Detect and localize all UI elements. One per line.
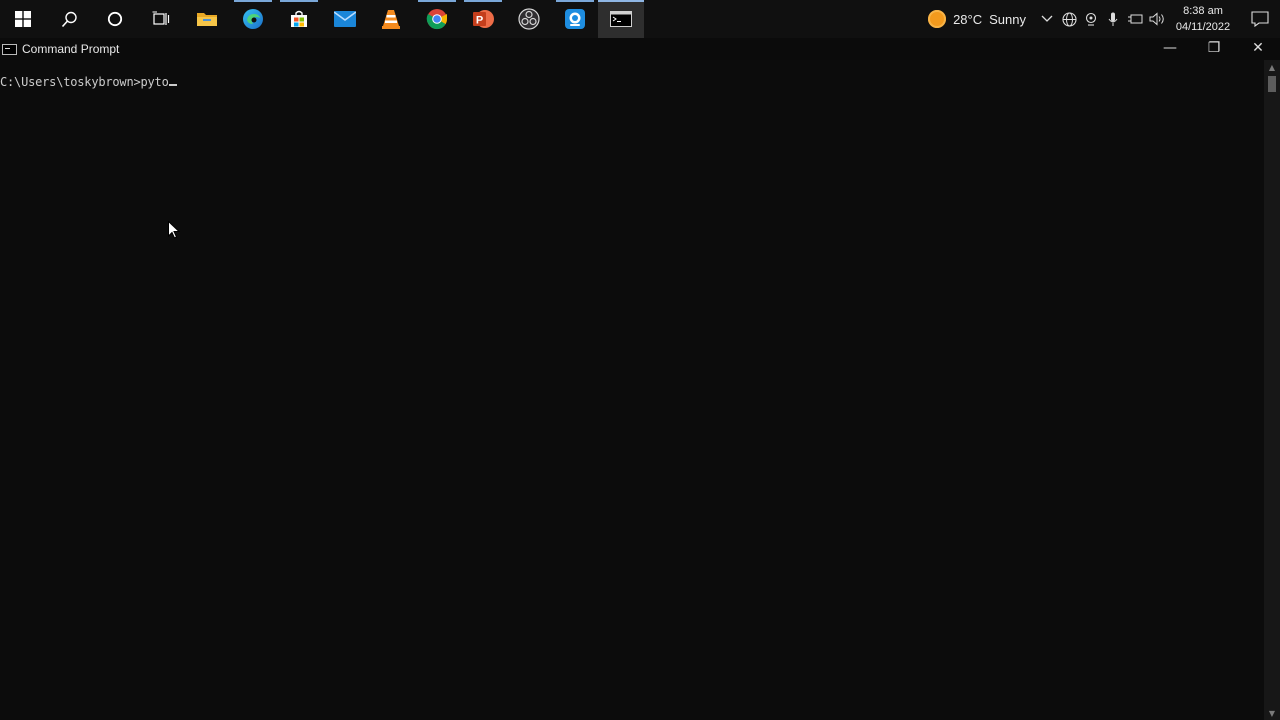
vlc-cone-icon (382, 10, 400, 29)
weather-temp: 28°C (953, 11, 983, 27)
windows-logo-icon (15, 11, 31, 27)
sun-icon (928, 10, 947, 28)
taskbar: P 28°C Sunny 8:38 am 04/11/2022 (0, 0, 1280, 38)
action-center-button[interactable] (1240, 0, 1280, 38)
scroll-thumb[interactable] (1268, 76, 1276, 92)
globe-icon (1061, 11, 1077, 27)
webcam-button[interactable] (552, 0, 598, 38)
start-button[interactable] (0, 0, 46, 38)
command-prompt-taskbar-button[interactable] (598, 0, 644, 38)
prompt-path: C:\Users\toskybrown> (0, 75, 141, 89)
store-icon (291, 10, 307, 27)
search-button[interactable] (46, 0, 92, 38)
network-tray[interactable] (1058, 0, 1080, 38)
weather-condition: Sunny (989, 11, 1026, 27)
search-icon (61, 11, 77, 27)
restore-button[interactable]: ❐ (1192, 36, 1236, 60)
cortana-circle-icon (107, 11, 123, 27)
battery-tray[interactable] (1124, 0, 1146, 38)
window-controls: — ❐ ✕ (1148, 36, 1280, 60)
chrome-button[interactable] (414, 0, 460, 38)
store-button[interactable] (276, 0, 322, 38)
obs-button[interactable] (506, 0, 552, 38)
close-button[interactable]: ✕ (1236, 36, 1280, 60)
microphone-tray[interactable] (1102, 0, 1124, 38)
webcam-tray[interactable] (1080, 0, 1102, 38)
vlc-button[interactable] (368, 0, 414, 38)
speaker-icon (1149, 12, 1164, 26)
show-hidden-icons-button[interactable] (1036, 0, 1058, 38)
clock-time: 8:38 am (1183, 5, 1223, 17)
scroll-down-arrow-icon[interactable]: ▼ (1264, 706, 1280, 720)
cmd-window-icon (2, 43, 17, 55)
text-cursor (168, 84, 177, 86)
console-output[interactable]: C:\Users\toskybrown>pyto (0, 60, 1264, 720)
command-prompt-window: Command Prompt — ❐ ✕ C:\Users\toskybrown… (0, 38, 1280, 720)
svg-text:P: P (476, 15, 483, 27)
system-tray: 28°C Sunny 8:38 am 04/11/2022 (924, 0, 1280, 38)
chrome-icon (426, 9, 448, 30)
mail-button[interactable] (322, 0, 368, 38)
typed-command: pyto (140, 75, 169, 89)
notification-icon (1251, 11, 1269, 27)
chevron-up-icon (1041, 15, 1053, 22)
window-title: Command Prompt (22, 42, 120, 56)
minimize-button[interactable]: — (1148, 36, 1192, 60)
vertical-scrollbar[interactable]: ▲ ▼ (1264, 60, 1280, 720)
powerpoint-icon: P (473, 10, 494, 28)
task-view-icon (152, 11, 170, 25)
microphone-icon (1108, 12, 1118, 26)
window-titlebar[interactable]: Command Prompt — ❐ ✕ (0, 38, 1280, 60)
terminal-icon (610, 11, 632, 27)
camera-app-icon (565, 9, 585, 29)
obs-icon (518, 8, 540, 30)
cortana-button[interactable] (92, 0, 138, 38)
prompt-line: C:\Users\toskybrown>pyto (0, 75, 177, 89)
battery-plug-icon (1128, 14, 1143, 24)
edge-icon (243, 9, 263, 29)
volume-tray[interactable] (1146, 0, 1168, 38)
edge-button[interactable] (230, 0, 276, 38)
taskbar-clock[interactable]: 8:38 am 04/11/2022 (1172, 3, 1234, 35)
file-explorer-button[interactable] (184, 0, 230, 38)
scroll-up-arrow-icon[interactable]: ▲ (1264, 60, 1280, 74)
camera-icon (1085, 12, 1097, 26)
mouse-pointer-icon (168, 221, 180, 239)
folder-icon (197, 13, 217, 26)
powerpoint-button[interactable]: P (460, 0, 506, 38)
clock-date: 04/11/2022 (1175, 21, 1231, 33)
weather-widget[interactable]: 28°C Sunny (924, 10, 1036, 28)
mail-icon (334, 11, 356, 27)
task-view-button[interactable] (138, 0, 184, 38)
